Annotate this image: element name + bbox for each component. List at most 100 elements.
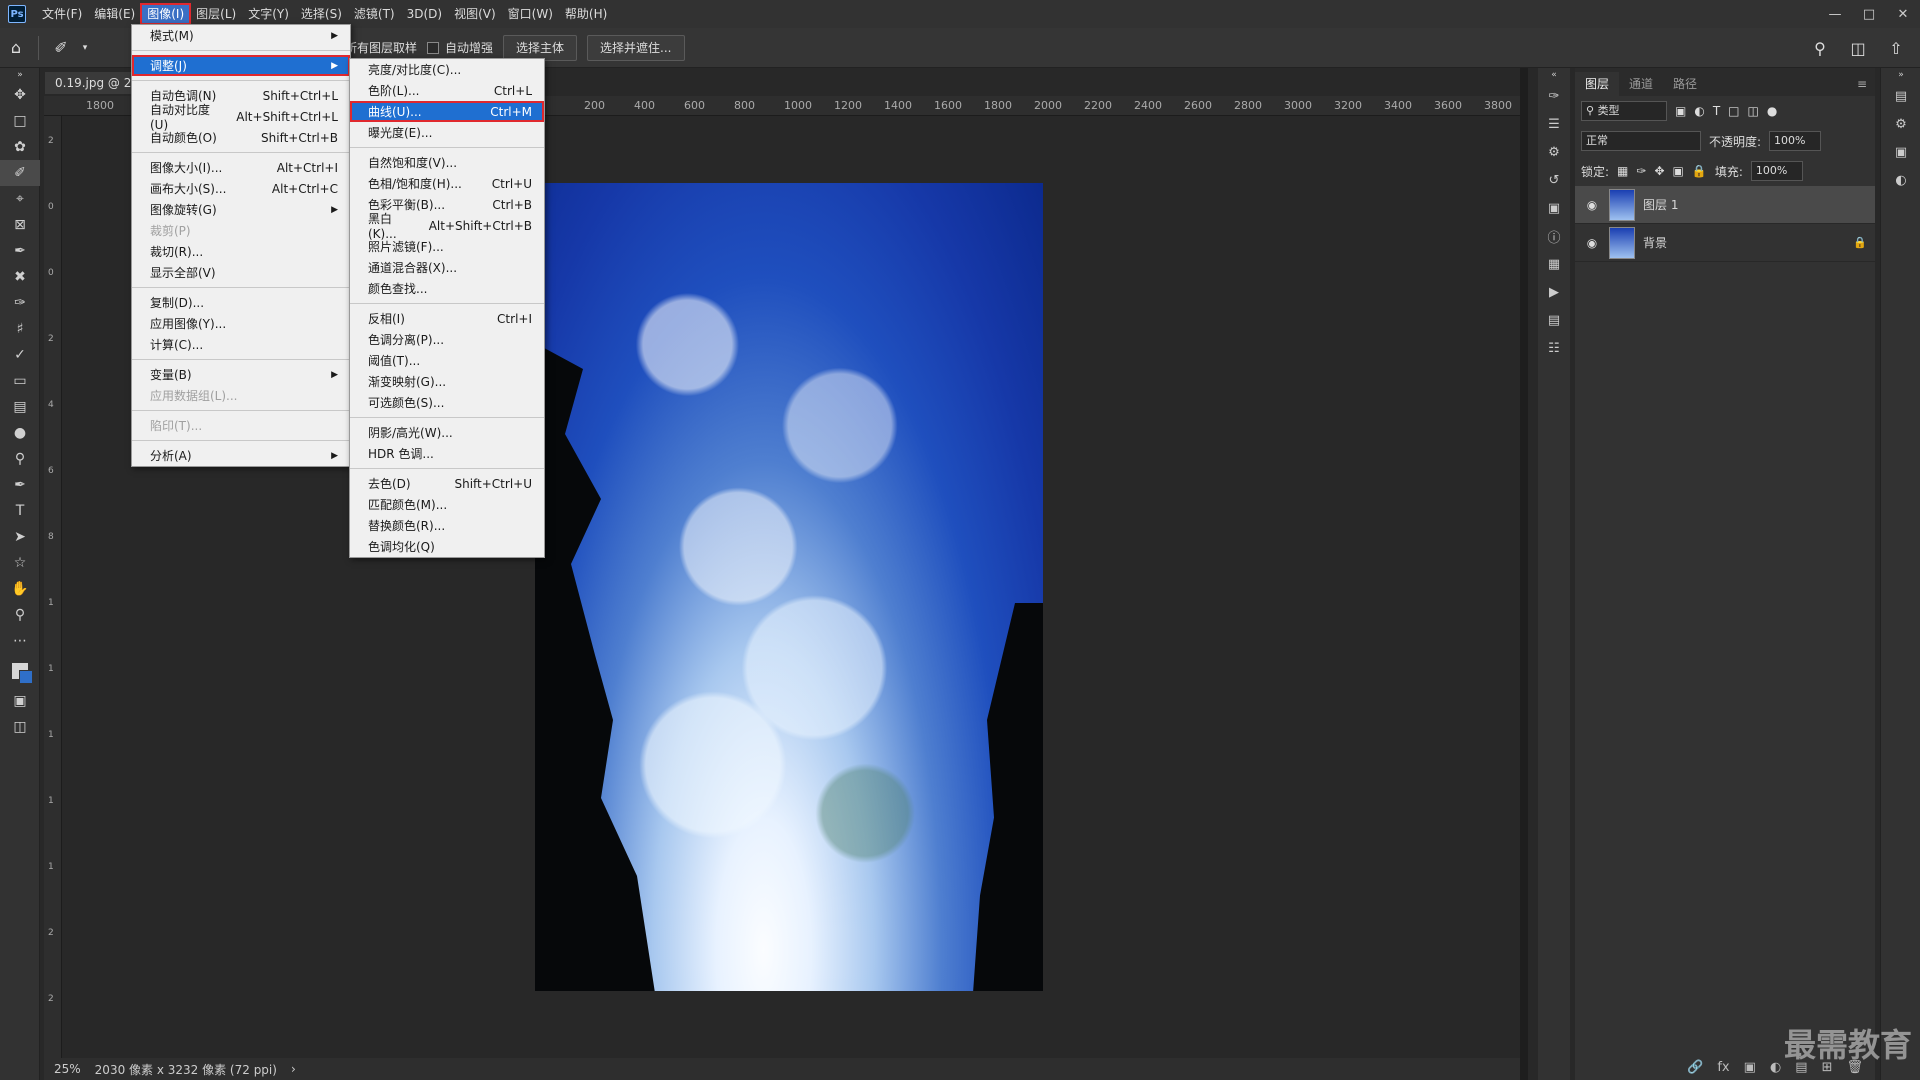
menu-1[interactable]: 编辑(E) bbox=[88, 4, 141, 24]
select-subject-button[interactable]: 选择主体 bbox=[503, 34, 578, 61]
filter-toggle-icon[interactable]: ● bbox=[1767, 104, 1777, 118]
marquee-tool-icon[interactable]: □ bbox=[0, 108, 40, 134]
layer-name[interactable]: 图层 1 bbox=[1643, 196, 1867, 213]
lock-position-icon[interactable]: ✥ bbox=[1654, 164, 1664, 178]
menu-item-替换颜色[interactable]: 替换颜色(R)... bbox=[350, 515, 544, 536]
zoom-level[interactable]: 25% bbox=[54, 1062, 81, 1076]
screen-mode-icon[interactable]: ◫ bbox=[0, 714, 40, 740]
auto-enhance-checkbox[interactable]: 自动增强 bbox=[427, 39, 493, 56]
chevron-down-icon[interactable]: ▾ bbox=[77, 32, 93, 64]
maximize-icon[interactable]: □ bbox=[1852, 0, 1886, 28]
glyphs-icon[interactable]: ▤ bbox=[1538, 306, 1570, 334]
home-icon[interactable]: ⌂ bbox=[0, 32, 32, 64]
layer-name[interactable]: 背景 bbox=[1643, 234, 1845, 251]
menu-0[interactable]: 文件(F) bbox=[36, 4, 88, 24]
layer-filter-select[interactable]: ⚲ 类型 bbox=[1581, 101, 1667, 121]
dodge-tool-icon[interactable]: ⚲ bbox=[0, 446, 40, 472]
menu-item-反相[interactable]: 反相(I) Ctrl+I bbox=[350, 308, 544, 329]
collapse-icon[interactable]: » bbox=[0, 68, 40, 82]
menu-item-色阶[interactable]: 色阶(L)... Ctrl+L bbox=[350, 80, 544, 101]
menu-9[interactable]: 窗口(W) bbox=[502, 4, 559, 24]
select-and-mask-button[interactable]: 选择并遮住... bbox=[587, 34, 685, 61]
tab-2[interactable]: 路径 bbox=[1663, 72, 1707, 96]
gradient-tool-icon[interactable]: ▤ bbox=[0, 394, 40, 420]
pen-tool-icon[interactable]: ✒ bbox=[0, 472, 40, 498]
histogram-icon[interactable]: ▤ bbox=[1881, 82, 1920, 110]
hand-tool-icon[interactable]: ✋ bbox=[0, 576, 40, 602]
checkbox-box[interactable] bbox=[427, 41, 440, 54]
collapse-icon[interactable]: « bbox=[1538, 68, 1570, 82]
fill-field[interactable]: 100% bbox=[1750, 161, 1803, 181]
dock-divider[interactable] bbox=[1520, 68, 1528, 1080]
quick-selection-tool-icon[interactable]: ✐ bbox=[0, 160, 40, 186]
menu-item-画布大小[interactable]: 画布大小(S)... Alt+Ctrl+C bbox=[132, 178, 350, 199]
healing-tool-icon[interactable]: ✖ bbox=[0, 264, 40, 290]
menu-item-曝光度[interactable]: 曝光度(E)... bbox=[350, 122, 544, 143]
move-tool-icon[interactable]: ✥ bbox=[0, 82, 40, 108]
type-tool-icon[interactable]: T bbox=[0, 498, 40, 524]
collapse-icon[interactable]: » bbox=[1881, 68, 1920, 82]
menu-item-阴影-高光[interactable]: 阴影/高光(W)... bbox=[350, 422, 544, 443]
eraser-tool-icon[interactable]: ▭ bbox=[0, 368, 40, 394]
adjust-icon[interactable]: ☰ bbox=[1538, 110, 1570, 138]
link-icon[interactable]: 🔗 bbox=[1687, 1060, 1703, 1075]
quick-select-brush-icon[interactable]: ✐ bbox=[45, 32, 77, 64]
document-info[interactable]: 2030 像素 x 3232 像素 (72 ppi) bbox=[95, 1061, 277, 1078]
filter-adjust-icon[interactable]: ◐ bbox=[1694, 104, 1704, 118]
opacity-field[interactable]: 100% bbox=[1769, 131, 1822, 151]
menu-item-复制[interactable]: 复制(D)... bbox=[132, 292, 350, 313]
menu-3[interactable]: 图层(L) bbox=[190, 4, 242, 24]
menu-item-自动颜色[interactable]: 自动颜色(O) Shift+Ctrl+B bbox=[132, 127, 350, 148]
layer-comps-icon[interactable]: ▣ bbox=[1881, 138, 1920, 166]
filter-pixel-icon[interactable]: ▣ bbox=[1675, 104, 1686, 118]
menu-item-裁切[interactable]: 裁切(R)... bbox=[132, 241, 350, 262]
tab-1[interactable]: 通道 bbox=[1619, 72, 1663, 96]
visibility-eye-icon[interactable]: ◉ bbox=[1583, 198, 1601, 212]
menu-item-显示全部[interactable]: 显示全部(V) bbox=[132, 262, 350, 283]
menu-item-自然饱和度[interactable]: 自然饱和度(V)... bbox=[350, 152, 544, 173]
filter-shape-icon[interactable]: □ bbox=[1728, 104, 1739, 118]
navigator-icon[interactable]: ⚙ bbox=[1881, 110, 1920, 138]
close-icon[interactable]: ✕ bbox=[1886, 0, 1920, 28]
lock-icon[interactable]: 🔒 bbox=[1853, 236, 1867, 249]
sky-photo[interactable] bbox=[535, 183, 1043, 991]
search-icon[interactable]: ⚲ bbox=[1804, 32, 1836, 64]
blur-tool-icon[interactable]: ● bbox=[0, 420, 40, 446]
menu-2[interactable]: 图像(I) bbox=[140, 3, 192, 25]
adjustment-layer-icon[interactable]: ◐ bbox=[1770, 1060, 1781, 1075]
shape-tool-icon[interactable]: ☆ bbox=[0, 550, 40, 576]
info-icon[interactable]: ⓘ bbox=[1538, 222, 1570, 250]
quick-mask-icon[interactable]: ▣ bbox=[0, 688, 40, 714]
menu-item-颜色查找[interactable]: 颜色查找... bbox=[350, 278, 544, 299]
minimize-icon[interactable]: — bbox=[1818, 0, 1852, 28]
menu-item-模式[interactable]: 模式(M) ▶ bbox=[132, 25, 350, 46]
panel-menu-icon[interactable]: ≡ bbox=[1849, 72, 1875, 96]
history-brush-icon[interactable]: ✓ bbox=[0, 342, 40, 368]
lock-transparent-icon[interactable]: ▦ bbox=[1617, 164, 1628, 178]
menu-item-渐变映射[interactable]: 渐变映射(G)... bbox=[350, 371, 544, 392]
adjustments-icon[interactable]: ◐ bbox=[1881, 166, 1920, 194]
layer-row[interactable]: ◉ 图层 1 bbox=[1575, 186, 1875, 224]
menu-item-照片滤镜[interactable]: 照片滤镜(F)... bbox=[350, 236, 544, 257]
lock-artboard-icon[interactable]: ▣ bbox=[1673, 164, 1684, 178]
menu-item-hdr-色调[interactable]: HDR 色调... bbox=[350, 443, 544, 464]
properties-icon[interactable]: ⚙ bbox=[1538, 138, 1570, 166]
menu-item-图像旋转[interactable]: 图像旋转(G) ▶ bbox=[132, 199, 350, 220]
menu-8[interactable]: 视图(V) bbox=[448, 4, 502, 24]
menu-item-图像大小[interactable]: 图像大小(I)... Alt+Ctrl+I bbox=[132, 157, 350, 178]
libraries-icon[interactable]: ▣ bbox=[1538, 194, 1570, 222]
menu-7[interactable]: 3D(D) bbox=[401, 4, 448, 24]
frame-tool-icon[interactable]: ⊠ bbox=[0, 212, 40, 238]
menu-item-分析[interactable]: 分析(A) ▶ bbox=[132, 445, 350, 466]
tab-0[interactable]: 图层 bbox=[1575, 72, 1620, 96]
eyedropper-tool-icon[interactable]: ✒ bbox=[0, 238, 40, 264]
menu-item-计算[interactable]: 计算(C)... bbox=[132, 334, 350, 355]
menu-item-可选颜色[interactable]: 可选颜色(S)... bbox=[350, 392, 544, 413]
chevron-right-icon[interactable]: › bbox=[291, 1062, 296, 1076]
menu-item-通道混合器[interactable]: 通道混合器(X)... bbox=[350, 257, 544, 278]
zoom-tool-icon[interactable]: ⚲ bbox=[0, 602, 40, 628]
brush-settings-icon[interactable]: ✑ bbox=[1538, 82, 1570, 110]
layer-row[interactable]: ◉ 背景 🔒 bbox=[1575, 224, 1875, 262]
history-icon[interactable]: ↺ bbox=[1538, 166, 1570, 194]
visibility-eye-icon[interactable]: ◉ bbox=[1583, 236, 1601, 250]
